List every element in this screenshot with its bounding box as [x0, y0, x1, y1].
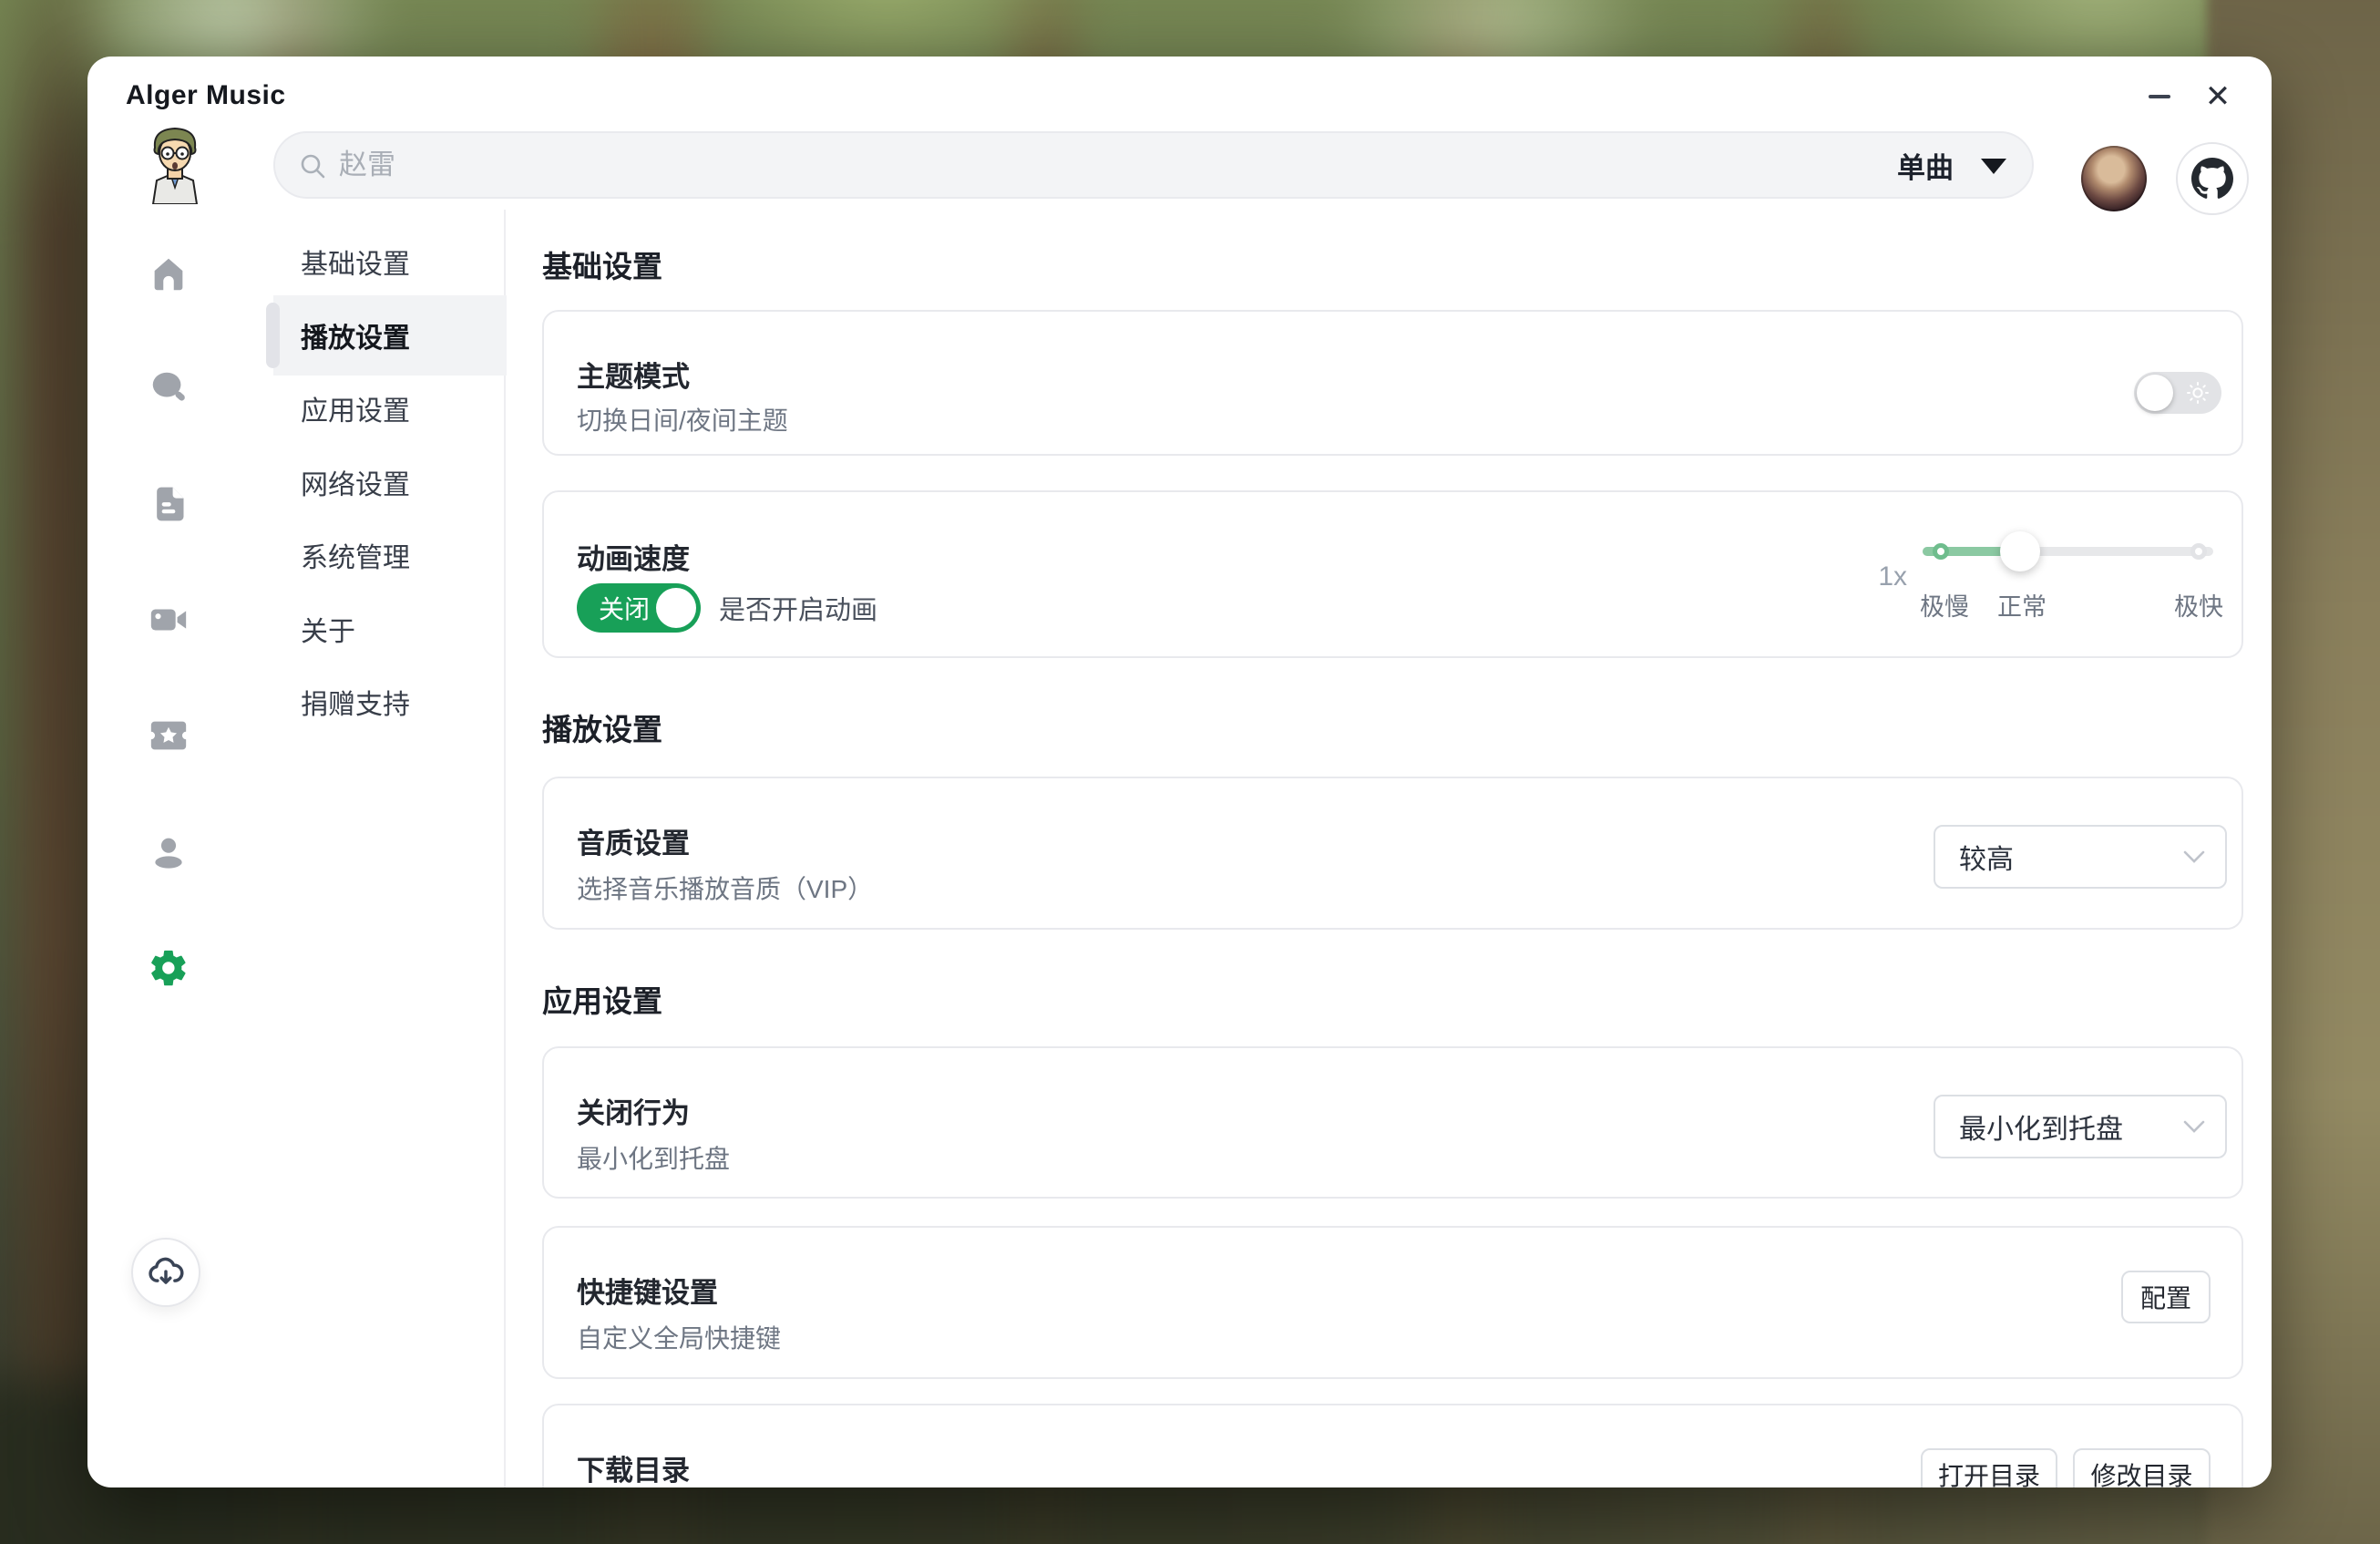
theme-card-title: 主题模式 — [577, 354, 690, 395]
section-title-basic: 基础设置 — [542, 242, 662, 286]
hotkey-card: 快捷键设置 自定义全局快捷键 配置 — [542, 1226, 2243, 1379]
video-camera-icon — [148, 599, 190, 641]
sidebar-item-user[interactable] — [148, 831, 190, 873]
slider-label-fast: 极快 — [2174, 587, 2223, 623]
chevron-down-icon[interactable] — [1981, 159, 2006, 174]
cloud-download-icon — [146, 1252, 186, 1292]
nav-item-playback[interactable]: 播放设置 — [301, 315, 410, 355]
speed-slider-handle[interactable] — [2000, 531, 2040, 571]
hotkey-config-button[interactable]: 配置 — [2121, 1271, 2211, 1323]
window-title: Alger Music — [126, 80, 286, 111]
nav-item-basic[interactable]: 基础设置 — [301, 242, 410, 282]
close-card-title: 关闭行为 — [577, 1090, 690, 1131]
animation-toggle-label: 关闭 — [599, 583, 650, 633]
theme-toggle-knob — [2137, 375, 2173, 411]
section-title-application: 应用设置 — [542, 977, 662, 1021]
minimize-button[interactable] — [2138, 75, 2181, 118]
download-manager-button[interactable] — [131, 1238, 200, 1307]
change-dir-button[interactable]: 修改目录 — [2073, 1448, 2211, 1487]
chevron-down-icon — [2183, 1120, 2205, 1133]
minimize-icon — [2149, 95, 2170, 98]
user-icon — [149, 832, 189, 872]
download-dir-card: 下载目录 打开目录 修改目录 — [542, 1404, 2243, 1487]
slider-mark-slow-dot — [1933, 543, 1949, 560]
animation-desc: 是否开启动画 — [719, 583, 877, 633]
close-button[interactable]: ✕ — [2196, 75, 2240, 118]
sidebar-item-mv[interactable] — [148, 599, 190, 641]
sidebar-item-search[interactable] — [148, 366, 190, 408]
nav-divider — [504, 210, 506, 1487]
search-music-icon — [148, 366, 190, 408]
quality-card: 音质设置 选择音乐播放音质（VIP） 较高 — [542, 777, 2243, 930]
nav-scroll-indicator — [266, 303, 280, 368]
animation-toggle[interactable]: 关闭 — [577, 583, 701, 633]
gear-icon — [148, 947, 190, 989]
theme-card-subtitle: 切换日间/夜间主题 — [577, 401, 788, 437]
ticket-star-icon — [148, 715, 190, 757]
theme-toggle[interactable] — [2134, 372, 2221, 414]
close-card-subtitle: 最小化到托盘 — [577, 1139, 730, 1176]
search-input[interactable] — [339, 133, 1888, 197]
hotkey-card-subtitle: 自定义全局快捷键 — [577, 1319, 781, 1355]
slider-label-slow: 极慢 — [1920, 587, 1969, 623]
app-logo-avatar[interactable] — [144, 124, 206, 204]
speed-value: 1x — [1862, 561, 1907, 592]
close-behavior-select-value: 最小化到托盘 — [1959, 1096, 2123, 1157]
speed-slider[interactable] — [1923, 547, 2213, 556]
search-icon — [299, 152, 326, 180]
quality-select-value: 较高 — [1959, 827, 2014, 887]
quality-card-title: 音质设置 — [577, 820, 690, 861]
animation-toggle-knob — [656, 588, 696, 628]
sidebar-item-home[interactable] — [148, 252, 190, 294]
sidebar-item-settings[interactable] — [148, 947, 190, 989]
app-window: Alger Music ✕ 单曲 — [87, 57, 2272, 1487]
slider-label-normal: 正常 — [1997, 587, 2047, 623]
download-card-title: 下载目录 — [577, 1447, 690, 1487]
animation-speed-card: 动画速度 关闭 是否开启动画 1x 极慢 正常 极快 — [542, 490, 2243, 658]
home-icon — [148, 252, 190, 294]
close-behavior-card: 关闭行为 最小化到托盘 最小化到托盘 — [542, 1046, 2243, 1199]
nav-item-network[interactable]: 网络设置 — [301, 462, 410, 502]
section-title-playback: 播放设置 — [542, 705, 662, 749]
user-avatar[interactable] — [2081, 146, 2147, 211]
github-icon — [2191, 158, 2233, 200]
close-behavior-select[interactable]: 最小化到托盘 — [1934, 1095, 2227, 1158]
sun-icon — [2186, 381, 2210, 405]
slider-mark-fast-dot — [2190, 543, 2207, 560]
github-button[interactable] — [2176, 142, 2249, 215]
sidebar-item-coupon[interactable] — [148, 715, 190, 757]
document-icon — [149, 484, 189, 524]
nav-item-donate[interactable]: 捐赠支持 — [301, 682, 410, 722]
search-scope-select[interactable]: 单曲 — [1897, 133, 1954, 197]
quality-card-subtitle: 选择音乐播放音质（VIP） — [577, 870, 873, 906]
sidebar-item-playlist[interactable] — [148, 483, 190, 525]
hotkey-card-title: 快捷键设置 — [577, 1270, 718, 1311]
theme-mode-card: 主题模式 切换日间/夜间主题 — [542, 310, 2243, 456]
quality-select[interactable]: 较高 — [1934, 825, 2227, 889]
open-dir-button[interactable]: 打开目录 — [1921, 1448, 2057, 1487]
nav-item-system[interactable]: 系统管理 — [301, 535, 410, 575]
anim-card-title: 动画速度 — [577, 536, 690, 577]
nav-item-about[interactable]: 关于 — [301, 609, 355, 649]
nav-item-application[interactable]: 应用设置 — [301, 388, 410, 428]
chevron-down-icon — [2183, 850, 2205, 863]
search-bar: 单曲 — [273, 131, 2034, 199]
